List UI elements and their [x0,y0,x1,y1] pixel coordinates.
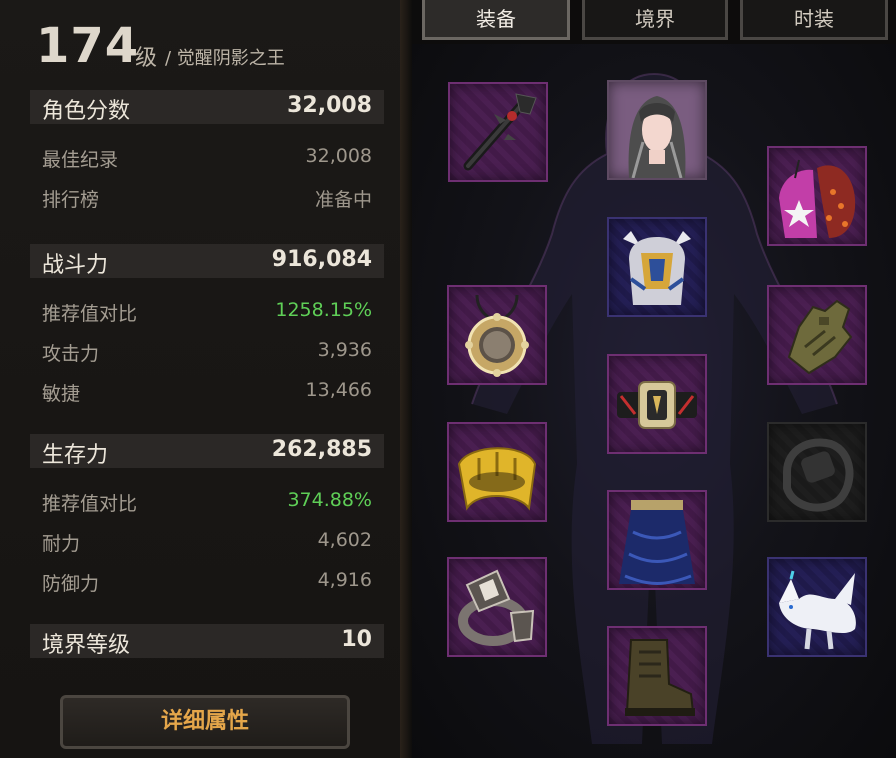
level-number: 174 [36,18,140,74]
ring-slot[interactable] [447,557,547,657]
survival-row: 生存力 262,885 [30,434,384,468]
attack-value: 3,936 [317,339,372,361]
equipment-panel [412,44,896,758]
pet-slot[interactable] [767,557,867,657]
combat-ratio-value: 1258.15% [275,299,372,321]
best-record-label: 最佳纪录 [42,149,119,171]
empty-bracelet-slot[interactable] [767,422,867,522]
tab-realm[interactable]: 境界 [582,0,728,40]
green-glove-icon [787,299,853,375]
best-record-row: 最佳纪录 32,008 [30,140,384,172]
chest-slot[interactable] [607,217,707,317]
score-value: 32,008 [287,93,372,118]
combat-power-value: 916,084 [271,247,372,272]
winged-chest-armor-icon [623,231,691,305]
defense-row: 防御力 4,916 [30,564,384,596]
survival-ratio-value: 374.88% [287,489,372,511]
agility-row: 敏捷 13,466 [30,374,384,406]
score-label: 角色分数 [42,99,131,124]
attack-label: 攻击力 [42,343,100,365]
ranking-row: 排行榜 准备中 [30,180,384,212]
panel-divider [400,0,412,758]
weapon-slot[interactable] [448,82,548,182]
endurance-row: 耐力 4,602 [30,524,384,556]
silver-ring-icon [458,569,535,646]
endurance-label: 耐力 [42,533,81,555]
agility-value: 13,466 [305,379,372,401]
level-unit: 级 [135,46,158,71]
gold-bracelet-icon [457,447,537,511]
realm-level-label: 境界等级 [42,633,131,658]
dark-spiked-staff-icon [463,93,537,171]
gold-compass-necklace-icon [465,294,529,377]
tab-equipment[interactable]: 装备 [422,0,570,40]
best-record-value: 32,008 [305,145,372,167]
combat-ratio-row: 推荐值对比 1258.15% [30,294,384,326]
long-hair-face-icon [628,96,686,178]
realm-level-row: 境界等级 10 [30,624,384,658]
survival-ratio-row: 推荐值对比 374.88% [30,484,384,516]
blue-skirt-icon [619,500,695,585]
defense-label: 防御力 [42,573,100,595]
necklace-slot[interactable] [447,285,547,385]
combat-power-row: 战斗力 916,084 [30,244,384,278]
white-fox-pet-icon [779,570,856,650]
head-slot[interactable] [607,80,707,180]
ranking-value: 准备中 [314,189,372,211]
survival-label: 生存力 [42,443,109,468]
pants-slot[interactable] [607,490,707,590]
survival-value: 262,885 [271,437,372,462]
survival-ratio-label: 推荐值对比 [42,493,138,515]
pink-star-costume-icon [779,159,856,238]
bracelet-slot[interactable] [447,422,547,522]
tab-costume[interactable]: 时装 [740,0,888,40]
combat-ratio-label: 推荐值对比 [42,303,138,325]
character-stats-panel: 174 级 / 觉醒阴影之王 角色分数 32,008 最佳纪录 32,008 排… [0,0,400,758]
score-row: 角色分数 32,008 [30,90,384,124]
character-title: / 觉醒阴影之王 [165,48,285,69]
detail-attributes-button[interactable]: 详细属性 [60,695,350,749]
gloves-slot[interactable] [767,285,867,385]
bracelet-outline-icon [783,438,854,512]
defense-value: 4,916 [317,569,372,591]
champion-belt-icon [617,381,697,429]
realm-level-value: 10 [341,627,372,652]
attack-row: 攻击力 3,936 [30,334,384,366]
ranking-label: 排行榜 [42,189,100,211]
agility-label: 敏捷 [42,383,81,405]
combat-power-label: 战斗力 [42,253,109,278]
shoulder-slot[interactable] [767,146,867,246]
military-boot-icon [625,639,695,716]
endurance-value: 4,602 [317,529,372,551]
belt-slot[interactable] [607,354,707,454]
boots-slot[interactable] [607,626,707,726]
